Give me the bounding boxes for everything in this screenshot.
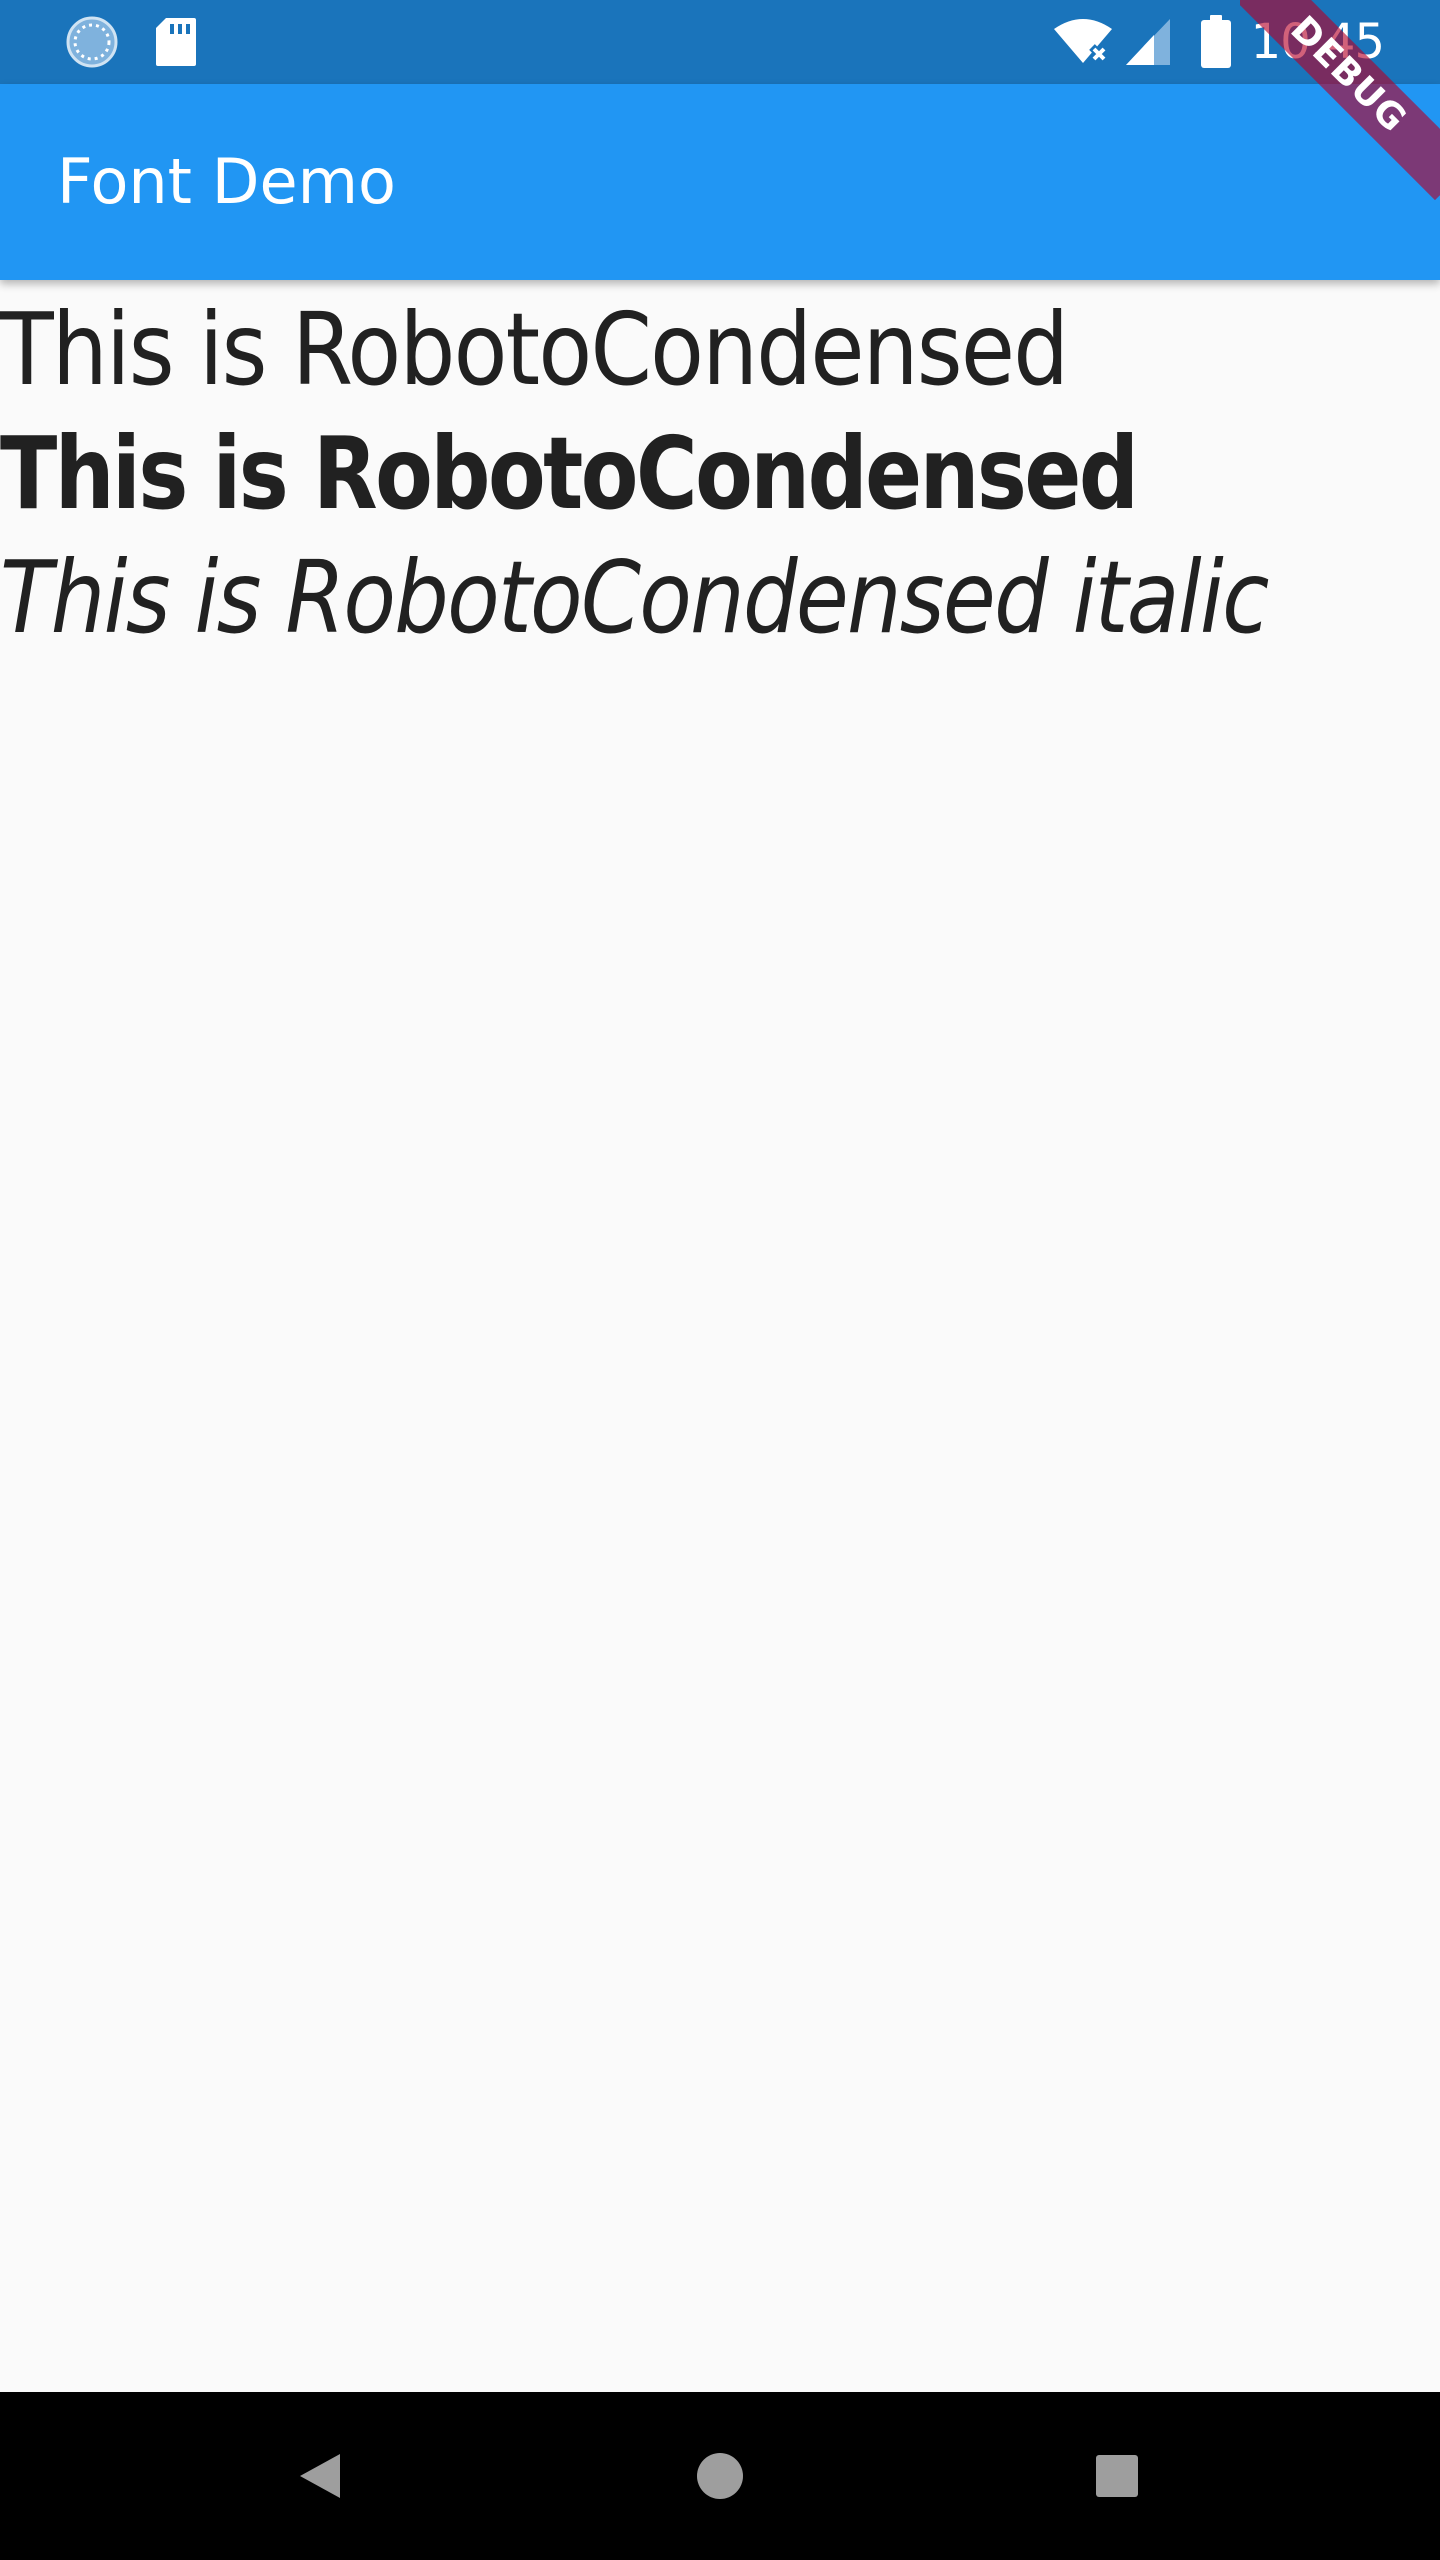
home-icon[interactable] xyxy=(660,2392,780,2560)
sync-icon xyxy=(60,0,124,84)
recents-icon[interactable] xyxy=(1057,2392,1177,2560)
signal-icon xyxy=(1124,0,1172,84)
text-bold: This is RobotoCondensed xyxy=(0,415,1139,532)
app-title: Font Demo xyxy=(57,145,396,218)
navigation-bar xyxy=(0,2392,1440,2560)
status-bar: 10:45 xyxy=(0,0,1440,84)
battery-icon xyxy=(1200,0,1232,84)
back-icon[interactable] xyxy=(260,2392,380,2560)
wifi-off-icon xyxy=(1052,0,1114,84)
status-time: 10:45 xyxy=(1250,14,1385,70)
sd-card-icon xyxy=(150,0,202,84)
app-bar: Font Demo xyxy=(0,84,1440,280)
text-regular: This is RobotoCondensed xyxy=(0,291,1069,408)
text-italic: This is RobotoCondensed italic xyxy=(0,539,1269,656)
